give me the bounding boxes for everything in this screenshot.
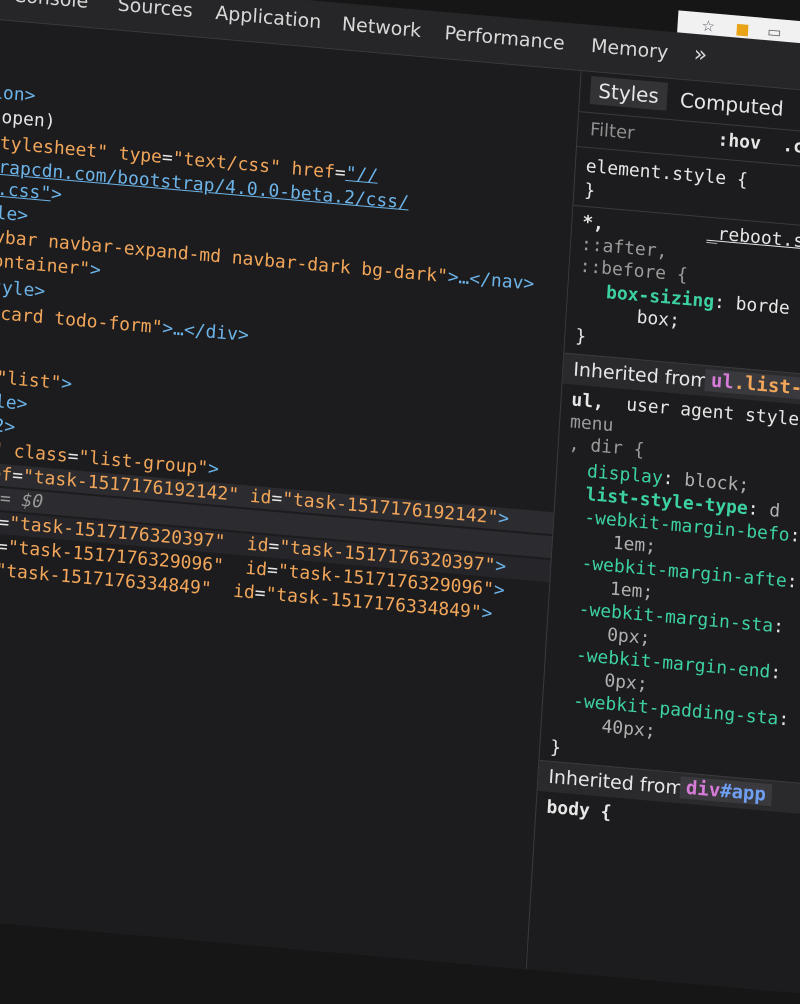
markup-token: >: [50, 183, 63, 206]
markup-token: /h2>: [0, 413, 16, 438]
dom-node-line[interactable]: avbar navbar-expand-md navbar-dark bg-da…: [0, 213, 535, 296]
markup-token: (open): [0, 105, 57, 133]
markup-token: yle>: [0, 201, 29, 227]
markup-token: tyle>: [0, 389, 29, 415]
attr-name: href: [290, 158, 336, 183]
tab-performance[interactable]: Performance: [444, 22, 565, 54]
tab-sources[interactable]: Sources: [117, 0, 193, 22]
markup-token: >: [494, 555, 507, 578]
inherited-label: Inherited from: [547, 765, 685, 800]
attr-name: id: [232, 580, 256, 604]
reboot-decl-1-cont: box;: [636, 306, 681, 332]
colon: :: [777, 708, 800, 732]
attr-name: class: [13, 440, 69, 467]
markup-token: >…</nav>: [447, 266, 535, 295]
prop-value: 0px;: [606, 624, 652, 650]
more-tabs-chevron-icon[interactable]: »: [693, 42, 708, 68]
ua-selector-3: , dir {: [568, 433, 646, 461]
star-icon[interactable]: ☆: [701, 16, 716, 35]
ua-declaration-continuation[interactable]: 1em;: [612, 532, 657, 559]
colon: :: [788, 524, 800, 547]
colon: :: [662, 467, 685, 491]
markup-token: "//: [344, 162, 379, 187]
filter-input[interactable]: Filter: [589, 119, 635, 144]
markup-token: [223, 556, 246, 579]
elements-panel: ion> (open) stylesheet" type="text/css" hr…: [0, 6, 703, 970]
cast-icon[interactable]: ▭: [767, 22, 782, 41]
markup-token: >: [493, 579, 506, 602]
tab-computed[interactable]: Computed: [679, 88, 784, 121]
ua-declaration-continuation[interactable]: 0px;: [603, 670, 649, 696]
prop-value: block;: [683, 469, 750, 497]
prop-value: 0px;: [603, 670, 649, 696]
markup-token: [211, 579, 234, 602]
attr-name: id: [249, 485, 273, 509]
element-style-selector: element.style {: [585, 155, 749, 192]
inherited-element-link[interactable]: div#app: [679, 776, 773, 807]
markup-token: >: [60, 372, 73, 395]
ua-declaration-continuation[interactable]: 40px;: [601, 716, 656, 743]
tab-application[interactable]: Application: [215, 2, 322, 33]
devtools-window: ☆ ■ ▭ ◆ Console Sources Application Netw…: [0, 0, 800, 1004]
inherited-label: Inherited from: [572, 358, 710, 393]
selected-node-marker: == $0: [0, 487, 44, 513]
markup-token: style>: [0, 275, 46, 303]
ua-selector-1: ul,: [570, 389, 605, 414]
lock-icon[interactable]: ■: [735, 19, 750, 38]
inherited-element-link[interactable]: ul.list-: [704, 369, 800, 401]
element-style-close: }: [583, 179, 596, 202]
markup-token: >: [207, 457, 220, 480]
attr-name: id: [244, 557, 268, 581]
markup-token: >…</div>: [161, 317, 250, 347]
body-rule-selector: body {: [545, 796, 613, 824]
colon: :: [769, 661, 793, 685]
colon: :: [747, 498, 770, 522]
markup-token: >: [89, 259, 102, 281]
markup-token: >: [480, 602, 494, 625]
reboot-close: }: [574, 325, 587, 348]
dom-node-line[interactable]: ion>: [0, 69, 36, 108]
ua-close: }: [549, 736, 562, 759]
prop-value: borde: [735, 293, 791, 320]
tab-network[interactable]: Network: [341, 13, 421, 42]
prop-value: 1em;: [612, 532, 657, 558]
attr-name: type: [118, 143, 163, 168]
markup-token: ion>: [0, 81, 37, 107]
ua-declaration-continuation[interactable]: 1em;: [609, 578, 654, 604]
ua-declaration-continuation[interactable]: 0px;: [606, 624, 652, 650]
hov-toggle[interactable]: :hov: [717, 129, 761, 154]
attr-value: "card todo-form": [0, 302, 163, 339]
prop-value: 1em;: [609, 578, 654, 604]
tab-styles[interactable]: Styles: [589, 76, 668, 111]
markup-token: n.css": [0, 177, 52, 205]
markup-token: >: [497, 507, 510, 530]
colon: :: [786, 570, 799, 593]
prop-value: d: [768, 500, 781, 522]
tab-console[interactable]: Console: [12, 0, 89, 13]
markup-token: [225, 532, 248, 555]
attr-value: "list": [0, 367, 62, 394]
prop-value: 40px;: [600, 716, 657, 742]
colon: :: [772, 615, 796, 639]
cls-toggle[interactable]: .c: [782, 135, 800, 158]
reboot-selector-1: *,: [581, 211, 605, 235]
dom-node-line[interactable]: f="list">: [0, 352, 73, 396]
attr-name: id: [246, 533, 270, 557]
tab-memory[interactable]: Memory: [590, 35, 668, 64]
